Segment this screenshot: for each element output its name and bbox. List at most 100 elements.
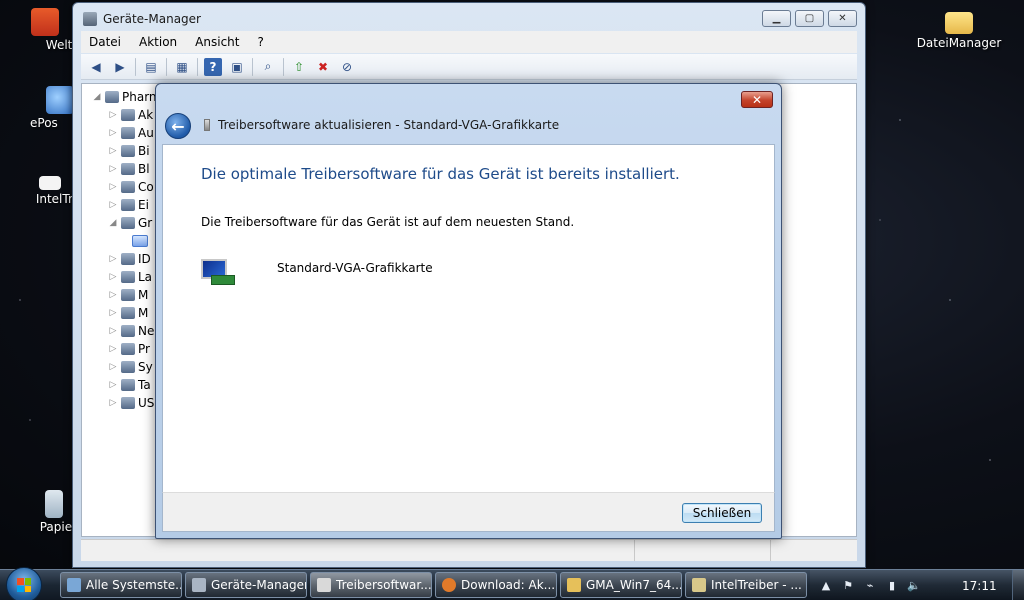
- epos-icon: [46, 86, 74, 114]
- expand-arrow-icon[interactable]: ▷: [108, 254, 118, 264]
- expand-arrow-icon[interactable]: ▷: [108, 344, 118, 354]
- dialog-title-text: Treibersoftware aktualisieren - Standard…: [218, 118, 560, 132]
- folder-search-icon: [692, 578, 706, 592]
- menu-aktion[interactable]: Aktion: [139, 35, 177, 49]
- tree-item[interactable]: ▷ Pr: [92, 340, 157, 358]
- expand-arrow-icon[interactable]: ▷: [108, 326, 118, 336]
- collapse-arrow-icon[interactable]: ◢: [92, 92, 102, 102]
- update-driver-icon[interactable]: ⇧: [290, 58, 308, 76]
- expand-arrow-icon[interactable]: ▷: [108, 398, 118, 408]
- show-hidden-icons-icon[interactable]: ▲: [818, 578, 834, 594]
- scan-hardware-icon[interactable]: ⌕: [259, 58, 277, 76]
- tree-root[interactable]: ◢ Pharn: [92, 88, 157, 106]
- expand-arrow-icon[interactable]: ▷: [108, 200, 118, 210]
- expand-arrow-icon[interactable]: ▷: [108, 290, 118, 300]
- toolbar: ◀ ▶ ▤ ▦ ? ▣ ⌕ ⇧ ✖ ⊘: [81, 54, 857, 80]
- action-view-icon[interactable]: ▣: [228, 58, 246, 76]
- uninstall-icon[interactable]: ✖: [314, 58, 332, 76]
- expand-arrow-icon[interactable]: ▷: [108, 128, 118, 138]
- monitor-icon: [132, 235, 148, 247]
- disable-device-icon[interactable]: ⊘: [338, 58, 356, 76]
- action-center-icon[interactable]: ⚑: [840, 578, 856, 594]
- tree-item-label: M: [138, 288, 149, 302]
- desktop-icon-dateimanager[interactable]: DateiManager: [914, 8, 1004, 50]
- taskbar-button-device-manager[interactable]: Geräte-Manager: [185, 572, 307, 598]
- collapse-arrow-icon[interactable]: ◢: [108, 218, 118, 228]
- expand-arrow-icon[interactable]: ▷: [108, 308, 118, 318]
- taskbar-button-label: Treibersoftwar...: [336, 578, 431, 592]
- tree-item-label: Sy: [138, 360, 153, 374]
- toolbar-separator: [166, 57, 167, 76]
- desktop-icon-weltn[interactable]: Weltn: [10, 8, 80, 52]
- dialog-message: Die Treibersoftware für das Gerät ist au…: [201, 215, 575, 229]
- close-dialog-button[interactable]: Schließen: [682, 503, 762, 523]
- taskbar-buttons: Alle Systemste... Geräte-Manager Treiber…: [60, 572, 807, 598]
- folder-icon: [945, 12, 973, 34]
- back-arrow-icon[interactable]: ◀: [87, 58, 105, 76]
- tree-item[interactable]: ▷ M: [92, 286, 157, 304]
- show-desktop-button[interactable]: [1012, 570, 1024, 600]
- expand-arrow-icon[interactable]: ▷: [108, 380, 118, 390]
- volume-icon[interactable]: 🔈: [906, 578, 922, 594]
- tree-item[interactable]: ▷ Bl: [92, 160, 157, 178]
- tree-item[interactable]: ▷ M: [92, 304, 157, 322]
- menu-help[interactable]: ?: [257, 35, 263, 49]
- menu-datei[interactable]: Datei: [89, 35, 121, 49]
- taskbar-button-control-panel[interactable]: Alle Systemste...: [60, 572, 182, 598]
- show-hide-tree-icon[interactable]: ▤: [142, 58, 160, 76]
- dialog-close-x-button[interactable]: ✕: [741, 91, 773, 108]
- power-icon[interactable]: ⌁: [862, 578, 878, 594]
- expand-arrow-icon[interactable]: ▷: [108, 146, 118, 156]
- forward-arrow-icon[interactable]: ▶: [111, 58, 129, 76]
- expand-arrow-icon[interactable]: ▷: [108, 272, 118, 282]
- tree-item[interactable]: ▷ La: [92, 268, 157, 286]
- taskbar-button-folder-gma[interactable]: GMA_Win7_64...: [560, 572, 682, 598]
- expand-arrow-icon[interactable]: ▷: [108, 182, 118, 192]
- tree-item[interactable]: ▷ Ei: [92, 196, 157, 214]
- tree-item[interactable]: ▷ US: [92, 394, 157, 412]
- tree-item[interactable]: ▷ Ak: [92, 106, 157, 124]
- tree-item[interactable]: ▷ Ta: [92, 376, 157, 394]
- status-cell: [81, 540, 635, 561]
- toolbar-separator: [283, 57, 284, 76]
- help-icon[interactable]: ?: [204, 57, 222, 76]
- recycle-bin-icon: [45, 490, 63, 518]
- properties-icon[interactable]: ▦: [173, 58, 191, 76]
- tree-item-expanded[interactable]: ◢ Gr: [92, 214, 157, 232]
- network-signal-icon[interactable]: ▮: [884, 578, 900, 594]
- start-button[interactable]: [6, 567, 42, 600]
- status-cell: [771, 540, 857, 561]
- tree-item-label: Ne: [138, 324, 155, 338]
- tree-item[interactable]: ▷ Bi: [92, 142, 157, 160]
- expand-arrow-icon[interactable]: ▷: [108, 362, 118, 372]
- tree-item-label: Ak: [138, 108, 154, 122]
- input-device-icon: [121, 199, 135, 211]
- display-adapter-icon: [121, 217, 135, 229]
- inteltreiber-icon: [39, 176, 61, 190]
- back-arrow-icon[interactable]: ←: [165, 113, 191, 139]
- tree-item-selected-device[interactable]: [92, 232, 157, 250]
- tree-item[interactable]: ▷ Ne: [92, 322, 157, 340]
- tree-item-label: La: [138, 270, 153, 284]
- clock[interactable]: 17:11: [962, 579, 997, 593]
- close-button[interactable]: ✕: [828, 10, 857, 27]
- expand-arrow-icon[interactable]: ▷: [108, 164, 118, 174]
- tree-item-label: Au: [138, 126, 154, 140]
- display-adapter-icon: [201, 257, 235, 291]
- tree-item[interactable]: ▷ Au: [92, 124, 157, 142]
- desktop-icon-label: IntelTre: [35, 192, 80, 206]
- taskbar-button-inteltreiber[interactable]: IntelTreiber - ...: [685, 572, 807, 598]
- desktop-icon-inteltreiber[interactable]: IntelTre: [20, 168, 80, 206]
- maximize-button[interactable]: ▢: [795, 10, 824, 27]
- taskbar-button-update-driver[interactable]: Treibersoftwar...: [310, 572, 432, 598]
- expand-arrow-icon[interactable]: ▷: [108, 110, 118, 120]
- minimize-button[interactable]: ▁: [762, 10, 791, 27]
- battery-icon: [121, 109, 135, 121]
- toolbar-separator: [135, 57, 136, 76]
- menu-ansicht[interactable]: Ansicht: [195, 35, 239, 49]
- tree-item[interactable]: ▷ ID: [92, 250, 157, 268]
- update-driver-dialog[interactable]: ✕ ← Treibersoftware aktualisieren - Stan…: [155, 83, 782, 539]
- tree-item[interactable]: ▷ Sy: [92, 358, 157, 376]
- taskbar-button-firefox-download[interactable]: Download: Ak...: [435, 572, 557, 598]
- tree-item[interactable]: ▷ Co: [92, 178, 157, 196]
